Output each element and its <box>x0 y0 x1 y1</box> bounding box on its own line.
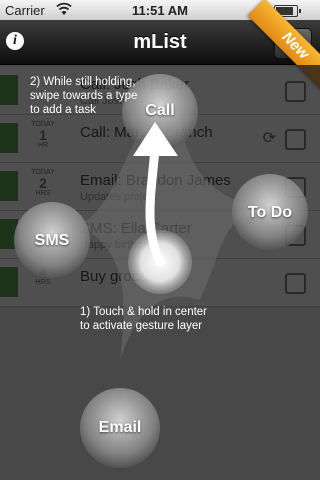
email-label: Email <box>98 419 142 436</box>
instruction-swipe: 2) While still holding, swipe towards a … <box>30 75 137 117</box>
instruction-swipe-line-2: swipe towards a type <box>30 90 138 102</box>
todo-label: To Do <box>247 204 293 221</box>
instruction-touch-line-1: 1) Touch & hold in center <box>80 306 208 318</box>
instruction-touch: 1) Touch & hold in center to activate ge… <box>80 305 207 333</box>
instruction-touch-line-2: to activate gesture layer <box>80 320 203 332</box>
sms-label: SMS <box>34 232 70 249</box>
instruction-swipe-line-3: to add a task <box>30 104 96 116</box>
instruction-swipe-line-1: 2) While still holding, <box>30 76 136 88</box>
